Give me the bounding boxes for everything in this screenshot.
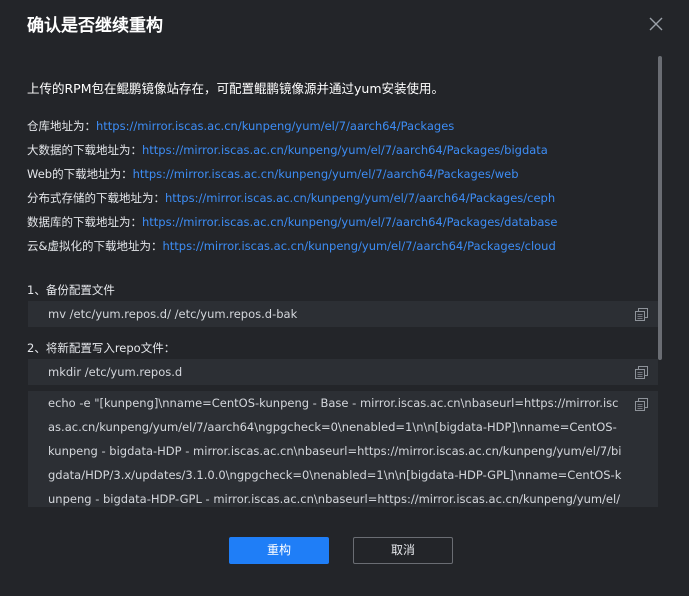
- address-label: 云&虚拟化的下载地址为：: [27, 239, 163, 253]
- command-text[interactable]: echo -e "[kunpeng]\nname=CentOS-kunpeng …: [48, 391, 622, 507]
- address-link[interactable]: https://mirror.iscas.ac.cn/kunpeng/yum/e…: [133, 167, 519, 181]
- command-text[interactable]: mkdir /etc/yum.repos.d: [48, 360, 622, 384]
- backup-command-block: mv /etc/yum.repos.d/ /etc/yum.repos.d-ba…: [28, 301, 658, 327]
- address-label: 大数据的下载地址为：: [27, 143, 142, 157]
- cancel-button[interactable]: 取消: [353, 537, 453, 564]
- repo-config-command-block: echo -e "[kunpeng]\nname=CentOS-kunpeng …: [28, 391, 658, 507]
- copy-icon[interactable]: [635, 366, 648, 379]
- close-icon[interactable]: [647, 15, 665, 33]
- bigdata-address-line: 大数据的下载地址为：https://mirror.iscas.ac.cn/kun…: [27, 142, 548, 158]
- step2-label: 2、将新配置写入repo文件：: [27, 341, 176, 355]
- command-text[interactable]: mv /etc/yum.repos.d/ /etc/yum.repos.d-ba…: [48, 302, 622, 326]
- address-label: 数据库的下载地址为：: [27, 215, 142, 229]
- refactor-button[interactable]: 重构: [229, 537, 329, 564]
- mkdir-command-block: mkdir /etc/yum.repos.d: [28, 359, 658, 385]
- address-label: 分布式存储的下载地址为：: [27, 191, 165, 205]
- copy-icon[interactable]: [635, 308, 648, 321]
- database-address-line: 数据库的下载地址为：https://mirror.iscas.ac.cn/kun…: [27, 214, 557, 230]
- ceph-address-line: 分布式存储的下载地址为：https://mirror.iscas.ac.cn/k…: [27, 190, 555, 206]
- web-address-line: Web的下载地址为：https://mirror.iscas.ac.cn/kun…: [27, 166, 519, 182]
- step1-label: 1、备份配置文件: [27, 283, 115, 297]
- repo-address-line: 仓库地址为：https://mirror.iscas.ac.cn/kunpeng…: [27, 118, 454, 134]
- dialog-body[interactable]: 上传的RPM包在鲲鹏镜像站存在，可配置鲲鹏镜像源并通过yum安装使用。 仓库地址…: [0, 52, 665, 507]
- address-link[interactable]: https://mirror.iscas.ac.cn/kunpeng/yum/e…: [142, 215, 557, 229]
- address-link[interactable]: https://mirror.iscas.ac.cn/kunpeng/yum/e…: [165, 191, 555, 205]
- address-link[interactable]: https://mirror.iscas.ac.cn/kunpeng/yum/e…: [142, 143, 548, 157]
- dialog-title: 确认是否继续重构: [27, 16, 163, 36]
- cloud-address-line: 云&虚拟化的下载地址为：https://mirror.iscas.ac.cn/k…: [27, 238, 556, 254]
- address-label: 仓库地址为：: [27, 119, 96, 133]
- address-label: Web的下载地址为：: [27, 167, 133, 181]
- intro-text: 上传的RPM包在鲲鹏镜像站存在，可配置鲲鹏镜像源并通过yum安装使用。: [27, 81, 445, 96]
- address-link[interactable]: https://mirror.iscas.ac.cn/kunpeng/yum/e…: [96, 119, 454, 133]
- copy-icon[interactable]: [635, 398, 648, 411]
- refactor-confirm-dialog: 确认是否继续重构 上传的RPM包在鲲鹏镜像站存在，可配置鲲鹏镜像源并通过yum安…: [0, 0, 689, 596]
- vertical-scrollbar[interactable]: [658, 56, 662, 360]
- address-link[interactable]: https://mirror.iscas.ac.cn/kunpeng/yum/e…: [162, 239, 555, 253]
